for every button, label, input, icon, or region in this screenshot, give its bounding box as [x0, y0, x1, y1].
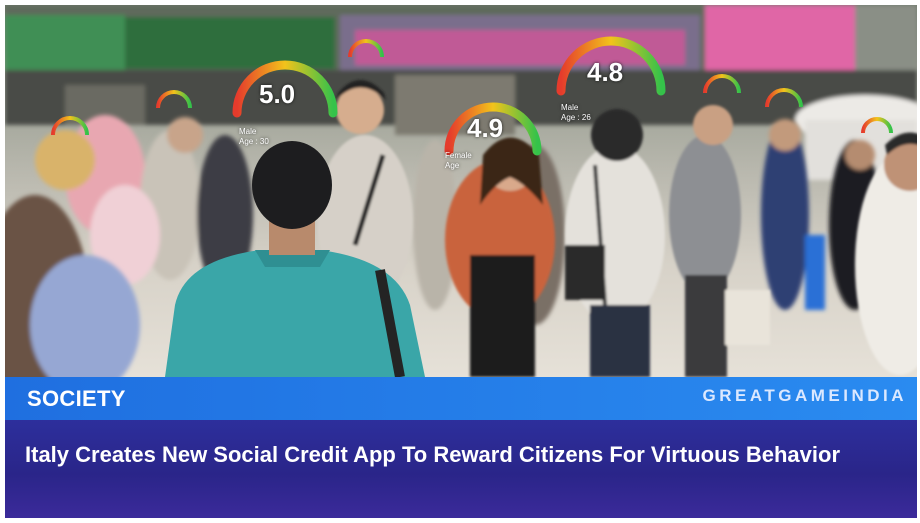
age-label: Age : 26 [561, 113, 591, 122]
gauge-readout-1: 5.0 [259, 79, 295, 110]
street-crowd-photo: 5.0 Male Age : 30 4.9 Female Age 4.8 Mal… [5, 5, 917, 377]
rating-score: 5.0 [259, 79, 296, 109]
gender-label: Male [561, 103, 579, 112]
rating-score: 4.8 [587, 57, 624, 87]
age-label: Age [445, 161, 460, 170]
age-label: Age : 30 [239, 137, 269, 146]
gauge-readout-2: 4.9 [467, 113, 503, 144]
crowd-illustration [5, 5, 917, 377]
gauge-readout-3: 4.8 [587, 57, 623, 88]
category-bar: SOCIETY GREATGAMEINDIA [5, 377, 917, 420]
article-headline[interactable]: Italy Creates New Social Credit App To R… [25, 442, 907, 468]
gauge-meta-1: Male Age : 30 [239, 127, 269, 147]
rating-score: 4.9 [467, 113, 504, 143]
gender-label: Male [239, 127, 257, 136]
gauge-meta-3: Male Age : 26 [561, 103, 591, 123]
category-label[interactable]: SOCIETY [27, 386, 126, 412]
headline-panel: Italy Creates New Social Credit App To R… [5, 420, 917, 518]
gauge-meta-2: Female Age [445, 151, 472, 171]
article-thumbnail: 5.0 Male Age : 30 4.9 Female Age 4.8 Mal… [0, 0, 920, 523]
gender-label: Female [445, 151, 472, 160]
brand-logo-text: GREATGAMEINDIA [702, 386, 907, 405]
